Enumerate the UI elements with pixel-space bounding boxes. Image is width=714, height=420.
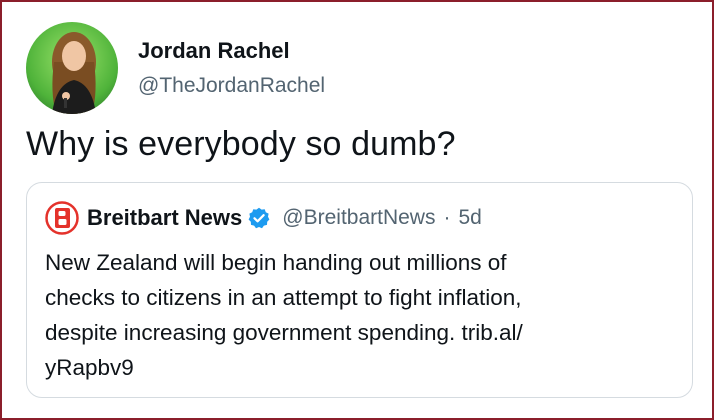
quoted-handle[interactable]: @BreitbartNews (282, 205, 435, 231)
quoted-tweet-header: Breitbart News @BreitbartNews · 5d (45, 201, 672, 235)
author-names: Jordan Rachel @TheJordanRachel (138, 37, 325, 99)
tweet-text: Why is everybody so dumb? (26, 125, 456, 163)
avatar-image (26, 22, 118, 114)
separator-dot: · (443, 206, 451, 229)
quoted-timestamp[interactable]: 5d (458, 205, 481, 231)
author-handle[interactable]: @TheJordanRachel (138, 73, 325, 99)
breitbart-logo-icon[interactable] (45, 201, 79, 235)
author-display-name[interactable]: Jordan Rachel (138, 37, 325, 65)
quoted-display-name[interactable]: Breitbart News (87, 204, 242, 232)
tweet-header: Jordan Rachel @TheJordanRachel (26, 22, 325, 114)
quoted-tweet-text: New Zealand will begin handing out milli… (45, 250, 523, 380)
verified-badge-icon (248, 207, 270, 229)
quoted-tweet-card[interactable]: Breitbart News @BreitbartNews · 5d New Z… (26, 182, 693, 398)
avatar[interactable] (26, 22, 118, 114)
screenshot-frame: Jordan Rachel @TheJordanRachel Why is ev… (0, 0, 714, 420)
